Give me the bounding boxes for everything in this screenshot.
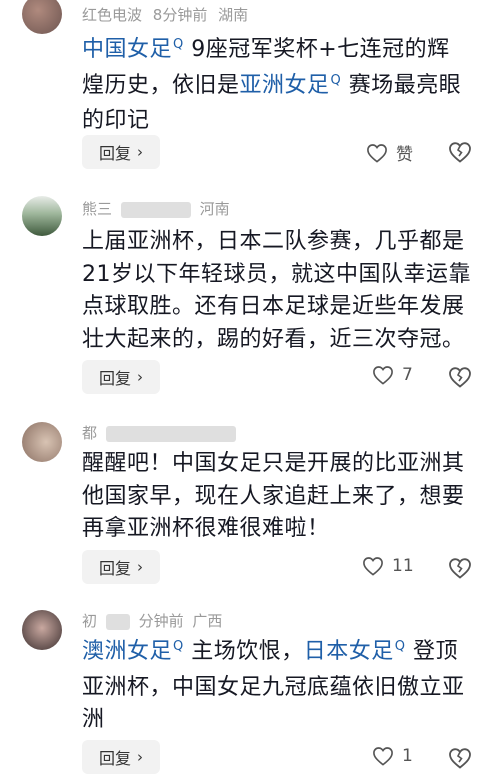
reply-label: 回复 xyxy=(98,144,131,163)
comment-location: 广西 xyxy=(192,612,223,630)
chevron-right-icon: › xyxy=(137,368,143,386)
chevron-right-icon: › xyxy=(137,143,143,161)
comment-time: 分钟前 xyxy=(138,612,184,630)
topic-link[interactable]: 日本女足Q xyxy=(304,639,406,664)
like-button[interactable]: 7 xyxy=(372,365,413,385)
reply-button[interactable]: 回复 › xyxy=(82,550,160,584)
heart-icon xyxy=(373,366,393,385)
comment-meta: 初 分钟前 广西 xyxy=(82,610,222,631)
chevron-right-icon: › xyxy=(137,748,143,766)
like-label: 赞 xyxy=(396,145,413,165)
author-name[interactable]: 熊三 xyxy=(82,200,112,218)
broken-heart-icon xyxy=(449,367,471,388)
comment-text: 醒醒吧！中国女足只是开展的比亚洲其他国家早，现在人家追赶上来了，想要再拿亚洲杯很… xyxy=(82,451,465,541)
reply-label: 回复 xyxy=(98,559,131,578)
comment-text: 澳洲女足Q 主场饮恨，日本女足Q 登顶亚洲杯，中国女足九冠底蕴依旧傲立亚洲 xyxy=(82,639,465,732)
search-icon: Q xyxy=(173,639,184,654)
comment-text: 上届亚洲杯，日本二队参赛，几乎都是21岁以下年轻球员，就这中国队幸运靠点球取胜。… xyxy=(82,229,471,352)
comment-text: 中国女足Q 9座冠军奖杯+七连冠的辉煌历史，依旧是亚洲女足Q 赛场最亮眼的印记 xyxy=(82,37,462,133)
comment-meta: 红色电波 8分钟前 湖南 xyxy=(82,4,248,25)
topic-link[interactable]: 亚洲女足Q xyxy=(240,73,342,98)
broken-heart-icon xyxy=(449,558,471,579)
reply-label: 回复 xyxy=(98,749,131,768)
avatar[interactable] xyxy=(22,196,62,236)
reply-label: 回复 xyxy=(98,369,131,388)
author-name[interactable]: 都 xyxy=(82,424,97,442)
dislike-button[interactable] xyxy=(448,747,472,771)
search-icon: Q xyxy=(173,37,184,52)
like-button[interactable]: 11 xyxy=(362,556,414,576)
search-icon: Q xyxy=(394,639,406,654)
comment-location: 河南 xyxy=(199,200,230,218)
heart-icon xyxy=(367,143,387,163)
author-name[interactable]: 红色电波 xyxy=(82,6,142,24)
dislike-button[interactable] xyxy=(448,557,472,581)
redacted-block xyxy=(120,201,191,218)
heart-icon xyxy=(363,557,383,576)
comment-meta: 都 xyxy=(82,422,240,443)
heart-icon xyxy=(373,747,393,766)
author-name[interactable]: 初 xyxy=(82,612,97,630)
like-count: 7 xyxy=(402,365,413,385)
broken-heart-icon xyxy=(449,142,471,163)
like-count: 1 xyxy=(402,746,413,766)
comment-location: 湖南 xyxy=(218,6,249,24)
reply-button[interactable]: 回复 › xyxy=(82,360,160,394)
dislike-button[interactable] xyxy=(448,366,472,390)
avatar[interactable] xyxy=(22,610,62,650)
dislike-button[interactable] xyxy=(448,141,472,165)
like-button[interactable]: 1 xyxy=(372,746,413,766)
avatar[interactable] xyxy=(22,422,62,462)
topic-link[interactable]: 中国女足Q xyxy=(82,37,184,62)
redacted-block xyxy=(105,425,236,442)
reply-button[interactable]: 回复 › xyxy=(82,740,160,774)
redacted-block xyxy=(105,613,130,630)
comment-time: 8分钟前 xyxy=(152,6,208,24)
avatar[interactable] xyxy=(22,0,62,34)
reply-button[interactable]: 回复 › xyxy=(82,135,160,169)
chevron-right-icon: › xyxy=(137,558,143,576)
topic-link[interactable]: 澳洲女足Q xyxy=(82,639,184,664)
like-count: 11 xyxy=(392,556,414,576)
comment-meta: 熊三 河南 xyxy=(82,198,230,219)
like-button[interactable]: 赞 xyxy=(366,140,413,165)
broken-heart-icon xyxy=(449,748,471,769)
search-icon: Q xyxy=(330,72,342,88)
